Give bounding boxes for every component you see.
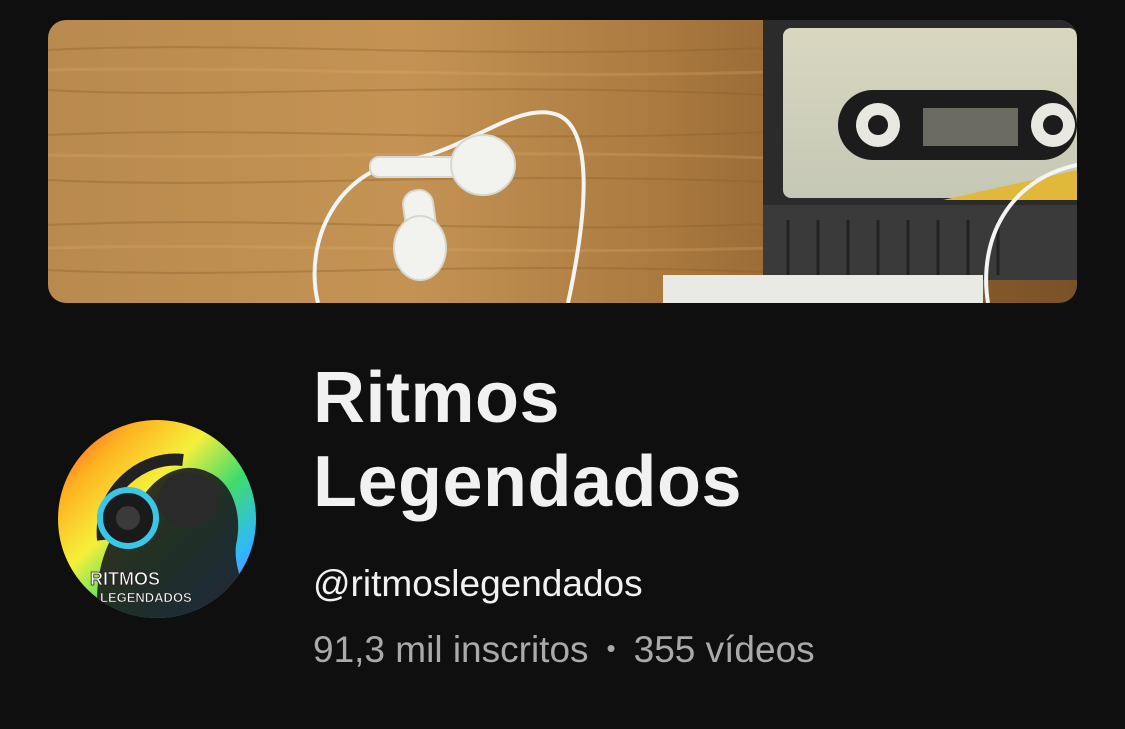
channel-avatar[interactable]: RITMOS LEGENDADOS xyxy=(58,420,256,618)
video-count: 355 vídeos xyxy=(633,629,815,670)
avatar-image: RITMOS LEGENDADOS xyxy=(58,420,256,618)
channel-name-line2: Legendados xyxy=(313,442,743,522)
subscriber-count: 91,3 mil inscritos xyxy=(313,629,589,670)
channel-stats: 91,3 mil inscritos • 355 vídeos xyxy=(313,628,1103,674)
channel-info: Ritmos Legendados @ritmoslegendados 91,3… xyxy=(313,356,1103,674)
channel-header: RITMOS LEGENDADOS Ritmos Legendados @rit… xyxy=(0,0,1125,729)
stats-separator: • xyxy=(606,633,616,664)
channel-handle: @ritmoslegendados xyxy=(313,563,643,604)
channel-name-line1: Ritmos xyxy=(313,358,561,438)
banner-image xyxy=(48,20,1077,303)
channel-banner xyxy=(48,20,1077,303)
channel-name: Ritmos Legendados xyxy=(313,356,1103,524)
avatar-text-line1: RITMOS xyxy=(90,569,160,589)
avatar-text-line2: LEGENDADOS xyxy=(100,590,192,605)
